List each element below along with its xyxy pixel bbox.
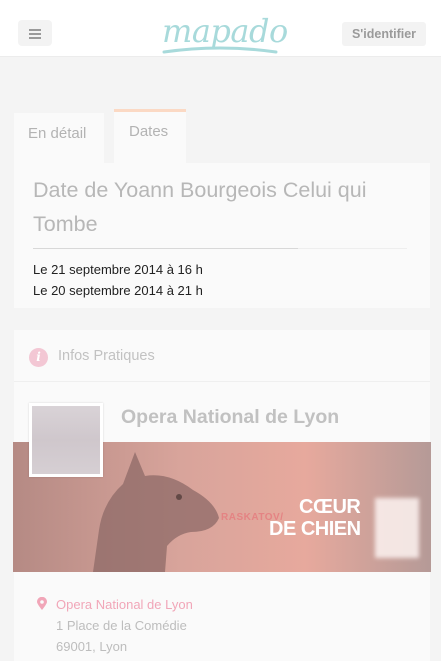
map-pin-icon — [37, 597, 47, 610]
hamburger-menu-icon — [29, 28, 41, 39]
infos-title: Infos Pratiques — [58, 348, 155, 364]
top-bar: mapado S'identifier — [0, 0, 441, 57]
logo-underline-icon — [162, 46, 278, 54]
dates-card: Date de Yoann Bourgeois Celui qui Tombe … — [14, 163, 430, 308]
banner-title-1: CŒUR — [299, 496, 361, 518]
logo[interactable]: mapado — [160, 8, 288, 56]
dates-title: Date de Yoann Bourgeois Celui qui Tombe — [33, 178, 367, 236]
date-item: Le 21 septembre 2014 à 16 h — [33, 262, 203, 277]
login-button[interactable]: S'identifier — [342, 22, 426, 46]
tab-dates[interactable]: Dates — [114, 109, 186, 163]
title-divider — [33, 248, 407, 249]
dates-list: Le 21 septembre 2014 à 16 h Le 20 septem… — [33, 259, 430, 301]
venue-thumbnail[interactable] — [29, 403, 103, 477]
address-city: 69001, Lyon — [56, 639, 128, 654]
banner-blurred-logo — [375, 498, 419, 558]
logo-text: mapado — [162, 12, 288, 50]
address-street: 1 Place de la Comédie — [56, 618, 187, 633]
infos-card: i Infos Pratiques RASKATOV/ CŒUR DE CHIE… — [13, 330, 431, 661]
menu-button[interactable] — [18, 20, 52, 46]
venue-name[interactable]: Opera National de Lyon — [121, 406, 339, 429]
venue-photo — [32, 406, 100, 474]
tab-details[interactable]: En détail — [14, 113, 104, 163]
info-icon: i — [29, 348, 48, 367]
venue-address: Opera National de Lyon 1 Place de la Com… — [56, 594, 193, 657]
address-venue-link[interactable]: Opera National de Lyon — [56, 594, 193, 615]
infos-header: i Infos Pratiques — [14, 330, 430, 382]
banner-title-2: DE CHIEN — [269, 518, 361, 540]
date-item: Le 20 septembre 2014 à 21 h — [33, 283, 203, 298]
